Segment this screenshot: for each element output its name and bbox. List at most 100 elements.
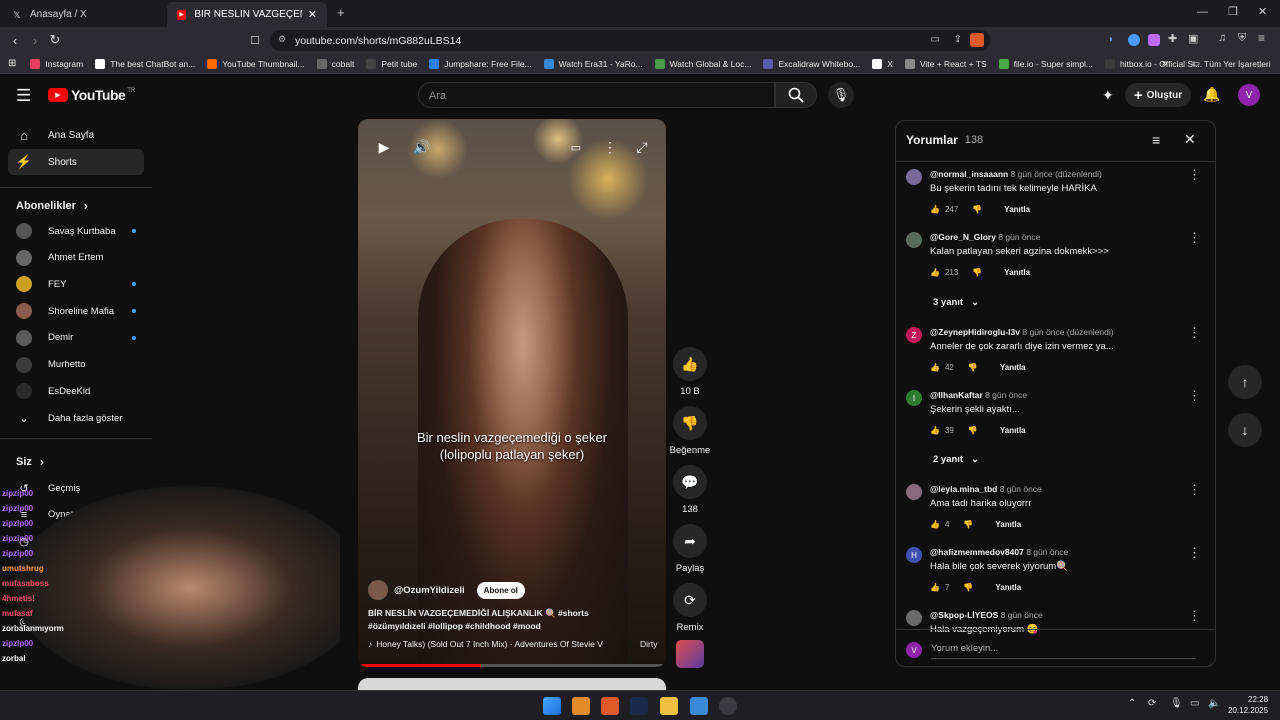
bookmark-item[interactable]: X xyxy=(872,58,893,69)
all-bookmarks-folder[interactable]: ▭ Tüm Yer İşaretleri xyxy=(1192,58,1271,69)
comment-menu-icon[interactable]: ⋮ xyxy=(1188,388,1201,404)
brave-shield-icon[interactable] xyxy=(970,33,984,47)
url-field[interactable]: ⚙ youtube.com/shorts/mG882uLBS14 ▭ ⇪ xyxy=(270,30,990,51)
thumbs-down-icon[interactable]: 👎 xyxy=(972,268,982,277)
previous-short-button[interactable]: ↑ xyxy=(1228,365,1262,399)
new-tab-button[interactable]: + xyxy=(337,5,345,20)
thumbs-up-icon[interactable]: 👍 xyxy=(930,205,940,214)
bookmark-item[interactable]: YouTube Thumbnail... xyxy=(207,58,305,69)
remix-button[interactable]: ⟳ Remix xyxy=(670,583,710,633)
bookmark-icon[interactable]: ☐ xyxy=(245,30,265,50)
minimize-icon[interactable]: — xyxy=(1197,6,1208,18)
bookmark-item[interactable]: hitbox.io - Official Si... xyxy=(1105,58,1202,69)
show-replies-button[interactable]: 2 yanıt ⌄ xyxy=(933,454,979,465)
share-button[interactable]: ➦ Paylaş xyxy=(670,524,710,574)
thumbs-up-icon[interactable]: 👍 xyxy=(930,268,940,277)
avatar[interactable]: V xyxy=(1238,84,1260,106)
show-more-button[interactable]: ⌄ Daha fazla göster xyxy=(16,407,144,429)
commenter-name[interactable]: @IlhanKaftar xyxy=(930,390,983,400)
bookmark-item[interactable]: Watch Era31 - YaRo... xyxy=(543,58,643,69)
close-icon[interactable]: ✕ xyxy=(1184,131,1196,148)
windows-start-icon[interactable] xyxy=(543,697,561,715)
thumbs-down-icon[interactable]: 👎 xyxy=(963,583,973,592)
commenter-name[interactable]: @normal_insaaann xyxy=(930,169,1008,179)
sidebar-subscription-item[interactable]: FEY xyxy=(16,273,144,295)
shorts-video-player[interactable]: ▶ 🔊 ▭ ⋮ ⤢ Bir neslin vazgeçemediği o şek… xyxy=(358,119,666,667)
video-progress-bar[interactable] xyxy=(358,664,666,667)
app-icon[interactable] xyxy=(690,697,708,715)
extension-icon[interactable] xyxy=(1148,34,1160,46)
file-explorer-icon[interactable] xyxy=(660,697,678,715)
sort-icon[interactable]: ≡ xyxy=(1152,132,1160,148)
bookmark-item[interactable]: The best ChatBot an... xyxy=(95,58,195,69)
sidebar-item-home[interactable]: ⌂ Ana Sayfa xyxy=(8,122,144,148)
dislike-button[interactable]: 👎 Beğenme xyxy=(666,406,714,456)
commenter-avatar[interactable] xyxy=(906,484,922,500)
extension-icon[interactable] xyxy=(1128,34,1140,46)
bookmark-item[interactable]: Watch Global & Loc... xyxy=(654,58,751,69)
bookmark-item[interactable]: cobalt xyxy=(316,58,354,69)
subscriptions-heading[interactable]: Abonelikler › xyxy=(16,199,88,213)
channel-name[interactable]: @OzumYildizeli xyxy=(394,585,465,596)
microphone-icon[interactable]: 🎙 xyxy=(1170,698,1183,709)
thumbs-down-icon[interactable]: 👎 xyxy=(972,205,982,214)
youtube-logo[interactable]: ▶ YouTube TR xyxy=(48,87,135,103)
commenter-name[interactable]: @Gore_N_Glory xyxy=(930,232,996,242)
search-button[interactable] xyxy=(775,82,817,108)
thumbs-up-icon[interactable]: 👍 xyxy=(930,426,940,435)
commenter-name[interactable]: @leyla.mina_tbd xyxy=(930,484,997,494)
comment-menu-icon[interactable]: ⋮ xyxy=(1188,545,1201,561)
commenter-name[interactable]: @hafizmemmedov8407 xyxy=(930,547,1024,557)
next-short-button[interactable]: ↓ xyxy=(1228,413,1262,447)
reply-button[interactable]: Yanıtla xyxy=(1004,205,1030,214)
bookmark-item[interactable]: file.io - Super simpl... xyxy=(998,58,1093,69)
music-row[interactable]: ♪ Honey Talks) (Sold Out 7 Inch Mix) · A… xyxy=(368,639,658,649)
display-icon[interactable]: ▭ xyxy=(1190,698,1199,709)
comment-menu-icon[interactable]: ⋮ xyxy=(1188,325,1201,341)
maximize-icon[interactable]: ❐ xyxy=(1228,5,1238,18)
next-short-preview[interactable] xyxy=(358,678,666,690)
reply-button[interactable]: Yanıtla xyxy=(1000,426,1026,435)
comment-menu-icon[interactable]: ⋮ xyxy=(1188,482,1201,498)
thumbs-down-icon[interactable]: 👎 xyxy=(968,426,978,435)
sidebar-item-shorts[interactable]: ⚡ Shorts xyxy=(8,149,144,175)
more-options-icon[interactable]: ⋮ xyxy=(598,137,622,157)
commenter-avatar[interactable]: I xyxy=(906,390,922,406)
tab-youtube-shorts[interactable]: ▶ BİR NESLİN VAZGEÇEMEDİĞİ AL ✕ xyxy=(167,2,327,27)
channel-avatar[interactable] xyxy=(368,580,388,600)
commenter-avatar[interactable] xyxy=(906,169,922,185)
ai-sparkle-icon[interactable]: ✦ xyxy=(1102,87,1114,104)
commenter-avatar[interactable] xyxy=(906,610,922,626)
brave-browser-icon[interactable] xyxy=(601,697,619,715)
site-info-icon[interactable]: ⚙ xyxy=(278,34,286,45)
play-icon[interactable]: ▶ xyxy=(372,137,396,157)
fullscreen-icon[interactable]: ⤢ xyxy=(630,137,654,157)
volume-icon[interactable]: 🔊 xyxy=(410,137,434,157)
bookmark-item[interactable]: Vite + React + TS xyxy=(904,58,987,69)
thumbs-down-icon[interactable]: 👎 xyxy=(968,363,978,372)
commenter-name[interactable]: @ZeynepHidiroglu-I3v xyxy=(930,327,1020,337)
apps-grid-icon[interactable]: ⊞ xyxy=(8,58,16,69)
comment-menu-icon[interactable]: ⋮ xyxy=(1188,230,1201,246)
cast-icon[interactable]: ▭ xyxy=(931,34,940,45)
share-icon[interactable]: ⇪ xyxy=(954,34,962,45)
thumbs-down-icon[interactable]: 👎 xyxy=(963,520,973,529)
tab-x-home[interactable]: 𝕏 Anasayfa / X xyxy=(2,2,167,27)
bookmark-item[interactable]: Petit tube xyxy=(366,58,417,69)
bookmark-item[interactable]: Jumpshare: Free File... xyxy=(429,58,532,69)
like-button[interactable]: 👍 10 B xyxy=(670,347,710,397)
back-icon[interactable]: ‹ xyxy=(5,30,25,50)
comment-input[interactable]: Yorum ekleyin... xyxy=(931,643,1196,659)
more-bookmarks-icon[interactable]: » xyxy=(1162,58,1168,69)
thumbs-up-icon[interactable]: 👍 xyxy=(930,363,940,372)
close-window-icon[interactable]: ✕ xyxy=(1258,5,1267,18)
you-heading[interactable]: Siz › xyxy=(16,455,44,469)
steam-icon[interactable] xyxy=(630,697,648,715)
bookmark-item[interactable]: Excalidraw Whitebo... xyxy=(763,58,860,69)
thumbs-up-icon[interactable]: 👍 xyxy=(930,520,940,529)
puzzle-icon[interactable]: ✚ xyxy=(1168,32,1177,45)
app-tray-icon[interactable]: ⟳ xyxy=(1148,698,1156,709)
sidebar-subscription-item[interactable]: Ahmet Ertem xyxy=(16,247,144,269)
menu-icon[interactable]: ≡ xyxy=(1258,31,1265,45)
sidebar-subscription-item[interactable]: Demir xyxy=(16,327,144,349)
